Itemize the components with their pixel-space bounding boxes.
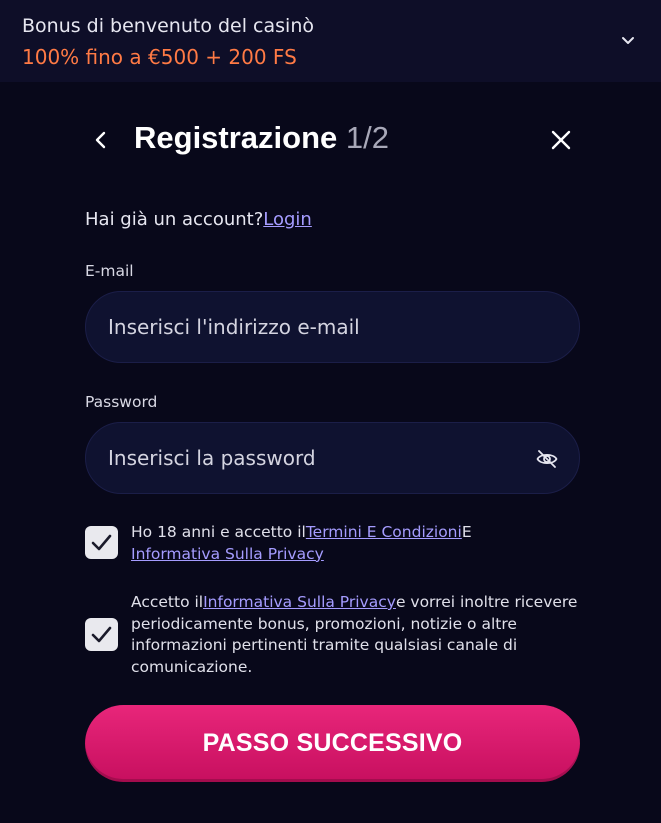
marketing-text-before: Accetto il [131,593,204,611]
terms-consent-text: Ho 18 anni e accetto ilTermini E Condizi… [131,522,591,565]
bonus-banner[interactable]: Bonus di benvenuto del casinò 100% fino … [0,0,661,82]
marketing-checkbox[interactable] [85,618,118,651]
page-title: Registrazione 1/2 [134,120,389,156]
bonus-offer: 100% fino a €500 + 200 FS [22,45,297,69]
bonus-title: Bonus di benvenuto del casinò [22,15,314,37]
chevron-down-icon[interactable] [617,32,639,50]
terms-checkbox[interactable] [85,526,118,559]
terms-text-before: Ho 18 anni e accetto il [131,523,306,541]
terms-text-middle: E [461,523,472,541]
email-field[interactable] [108,292,528,362]
terms-conditions-link[interactable]: Termini E Condizioni [306,523,462,541]
login-prompt-text: Hai già un account? [85,209,264,230]
step-indicator: 1/2 [345,120,390,155]
login-prompt: Hai già un account?Login [85,209,312,230]
login-link[interactable]: Login [263,209,312,230]
next-step-button[interactable]: PASSO SUCCESSIVO [85,705,580,782]
email-field-container[interactable] [85,291,580,363]
password-label: Password [85,393,158,411]
marketing-privacy-link[interactable]: Informativa Sulla Privacy [203,593,396,611]
password-field[interactable] [108,423,528,493]
page-title-text: Registrazione [134,120,338,155]
eye-off-icon[interactable] [535,447,559,471]
email-label: E-mail [85,262,134,280]
checkmark-icon [91,534,112,551]
privacy-policy-link[interactable]: Informativa Sulla Privacy [131,545,324,563]
password-field-container[interactable] [85,422,580,494]
marketing-consent-text: Accetto ilInformativa Sulla Privacye vor… [131,592,591,678]
checkmark-icon [91,626,112,643]
close-icon[interactable] [546,125,576,155]
chevron-left-icon[interactable] [88,126,114,154]
